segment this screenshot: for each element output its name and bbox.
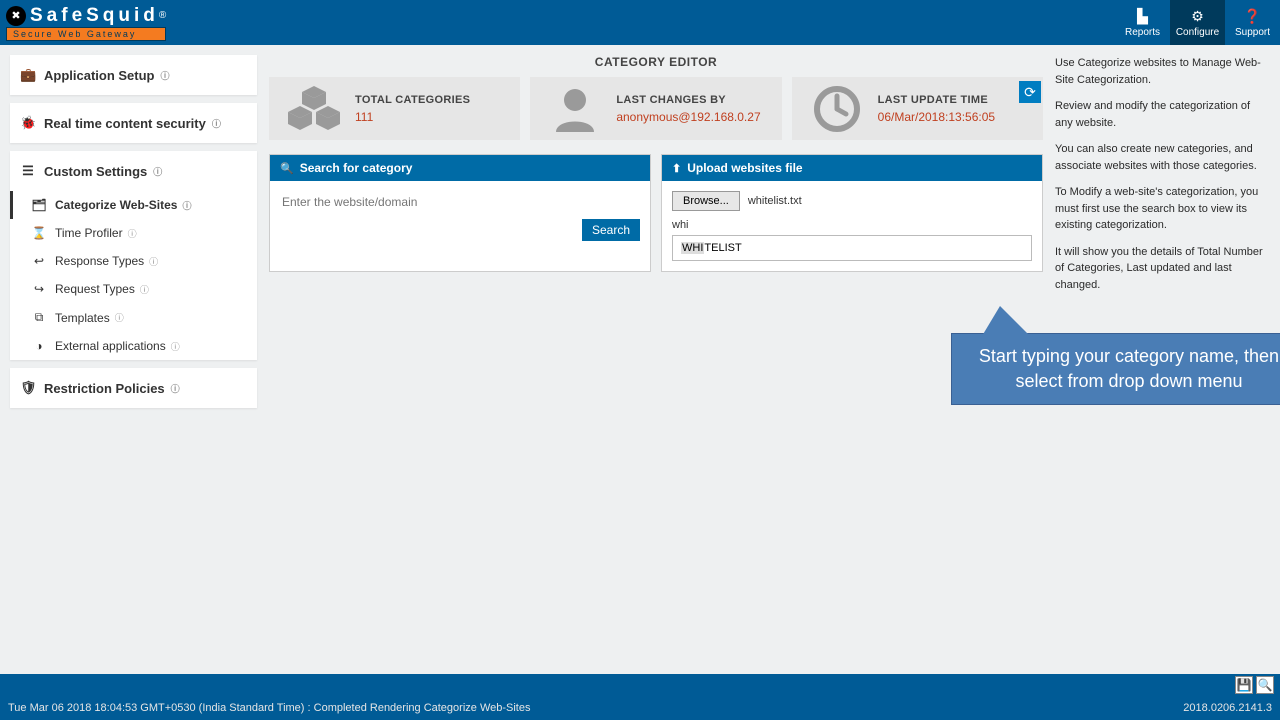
sidebar-group-realtime[interactable]: 🐞 Real time content security ⓘ (10, 103, 257, 143)
upload-panel-title: Upload websites file (687, 161, 802, 175)
clock-icon (802, 81, 872, 136)
sidebar-label: Application Setup (44, 68, 155, 83)
info-icon: ⓘ (171, 382, 180, 395)
forward-icon: ↪ (31, 282, 47, 296)
sidebar-label: Real time content security (44, 116, 206, 131)
stat-label: LAST UPDATE TIME (878, 94, 995, 106)
info-icon: ⓘ (212, 117, 221, 130)
main-area: CATEGORY EDITOR ⟳ TOTAL CATEGORIES 111 L… (257, 45, 1055, 674)
info-icon: ⓘ (115, 311, 124, 324)
search-input[interactable] (280, 191, 640, 213)
nav-configure-label: Configure (1176, 27, 1219, 38)
hourglass-icon: ⌛ (31, 226, 47, 240)
category-input[interactable]: whi (672, 219, 1032, 231)
nav-support-label: Support (1235, 27, 1270, 38)
info-icon: ⓘ (128, 227, 137, 240)
save-icon-button[interactable]: 💾 (1235, 676, 1253, 694)
logo-icon: ✖ (6, 6, 26, 26)
sidebar-group-application-setup[interactable]: 💼 Application Setup ⓘ (10, 55, 257, 95)
folder-icon: 🗂 (31, 198, 47, 212)
sidebar-item-label: Categorize Web-Sites (55, 198, 177, 212)
info-icon: ⓘ (149, 255, 158, 268)
help-p3: You can also create new categories, and … (1055, 141, 1268, 174)
gears-icon: ⚙ (1191, 8, 1204, 25)
hint-callout: Start typing your category name, then se… (951, 333, 1280, 405)
sidebar-group-custom[interactable]: ☰ Custom Settings ⓘ (10, 151, 257, 191)
search-panel-title: Search for category (300, 161, 413, 175)
sliders-icon: ☰ (20, 163, 36, 179)
sidebar-item-label: Response Types (55, 254, 144, 268)
stat-last-changes: LAST CHANGES BY anonymous@192.168.0.27 (530, 77, 781, 140)
version-text: 2018.0206.2141.3 (1183, 702, 1272, 714)
info-icon: ⓘ (171, 340, 180, 353)
help-icon: ❓ (1244, 8, 1261, 25)
refresh-button[interactable]: ⟳ (1019, 81, 1041, 103)
cubes-icon (279, 81, 349, 136)
briefcase-icon: 💼 (20, 67, 36, 83)
help-p5: It will show you the details of Total Nu… (1055, 244, 1268, 294)
stat-label: LAST CHANGES BY (616, 94, 760, 106)
help-p1: Use Categorize websites to Manage Web-Si… (1055, 55, 1268, 88)
stat-label: TOTAL CATEGORIES (355, 94, 470, 106)
sidebar-item-label: Request Types (55, 282, 135, 296)
brand-logo: ✖ SafeSquid ® Secure Web Gateway (6, 5, 166, 41)
top-header: ✖ SafeSquid ® Secure Web Gateway ▙ Repor… (0, 0, 1280, 45)
user-icon (540, 81, 610, 136)
nav-configure[interactable]: ⚙ Configure (1170, 0, 1225, 45)
templates-icon: ⧉ (31, 310, 47, 325)
upload-panel: ⬆ Upload websites file Browse... whiteli… (661, 154, 1043, 272)
search-panel: 🔍 Search for category Search (269, 154, 651, 272)
category-dropdown-item[interactable]: WHITELIST (672, 235, 1032, 261)
nav-reports-label: Reports (1125, 27, 1160, 38)
status-text: Tue Mar 06 2018 18:04:53 GMT+0530 (India… (8, 702, 530, 714)
top-nav: ▙ Reports ⚙ Configure ❓ Support (1115, 0, 1280, 45)
browse-button[interactable]: Browse... (672, 191, 740, 211)
bug-icon: 🐞 (20, 115, 36, 131)
info-icon: ⓘ (153, 165, 162, 178)
stat-value: anonymous@192.168.0.27 (616, 110, 760, 124)
refresh-icon: ⟳ (1024, 84, 1036, 101)
sidebar-item-label: Templates (55, 311, 110, 325)
shield-icon: 🛡 (20, 380, 36, 396)
search-icon: 🔍 (280, 162, 294, 175)
stat-value: 111 (355, 110, 470, 124)
brand-name: SafeSquid (30, 5, 159, 27)
search-button[interactable]: Search (582, 219, 640, 241)
help-p4: To Modify a web-site's categorization, y… (1055, 184, 1268, 234)
page-title: CATEGORY EDITOR (269, 45, 1043, 77)
sidebar-item-time-profiler[interactable]: ⌛ Time Profiler ⓘ (10, 219, 257, 247)
help-p2: Review and modify the categorization of … (1055, 98, 1268, 131)
dropdown-highlight: WHI (681, 242, 704, 254)
info-icon: ⓘ (161, 69, 170, 82)
reply-icon: ↩ (31, 254, 47, 268)
footer: 💾 🔍 Tue Mar 06 2018 18:04:53 GMT+0530 (I… (0, 674, 1280, 720)
info-icon: ⓘ (182, 199, 191, 212)
dropdown-rest: TELIST (704, 242, 741, 254)
info-icon: ⓘ (140, 283, 149, 296)
sidebar-item-external-apps[interactable]: ◑ External applications ⓘ (10, 332, 257, 360)
sidebar-group-restriction[interactable]: 🛡 Restriction Policies ⓘ (10, 368, 257, 408)
sidebar-label: Custom Settings (44, 164, 147, 179)
sidebar-item-templates[interactable]: ⧉ Templates ⓘ (10, 303, 257, 332)
stat-last-update: LAST UPDATE TIME 06/Mar/2018:13:56:05 (792, 77, 1043, 140)
brand-reg: ® (159, 10, 166, 21)
sidebar-item-label: Time Profiler (55, 226, 123, 240)
sidebar-label: Restriction Policies (44, 381, 165, 396)
selected-filename: whitelist.txt (748, 195, 802, 207)
contrast-icon: ◑ (31, 339, 47, 353)
nav-reports[interactable]: ▙ Reports (1115, 0, 1170, 45)
sidebar-item-response-types[interactable]: ↩ Response Types ⓘ (10, 247, 257, 275)
upload-icon: ⬆ (672, 162, 681, 175)
stat-total-categories: TOTAL CATEGORIES 111 (269, 77, 520, 140)
brand-tagline: Secure Web Gateway (6, 27, 166, 41)
sidebar-item-label: External applications (55, 339, 166, 353)
zoom-icon-button[interactable]: 🔍 (1256, 676, 1274, 694)
sidebar-item-categorize[interactable]: 🗂 Categorize Web-Sites ⓘ (10, 191, 257, 219)
chart-icon: ▙ (1137, 8, 1148, 25)
nav-support[interactable]: ❓ Support (1225, 0, 1280, 45)
sidebar-item-request-types[interactable]: ↪ Request Types ⓘ (10, 275, 257, 303)
stat-value: 06/Mar/2018:13:56:05 (878, 110, 995, 124)
sidebar: 💼 Application Setup ⓘ 🐞 Real time conten… (0, 45, 257, 674)
